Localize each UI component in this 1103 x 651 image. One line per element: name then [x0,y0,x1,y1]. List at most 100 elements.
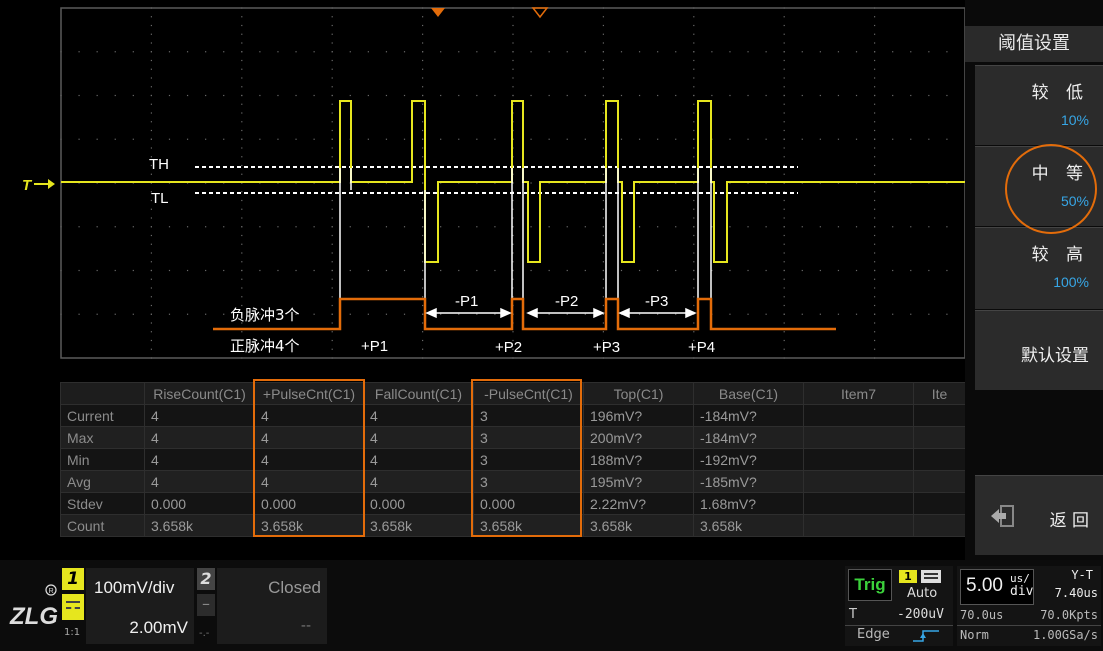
channel1-trace [61,100,965,263]
column-header[interactable]: RiseCount(C1) [144,382,255,405]
ch1-info-box[interactable]: 100mV/div 2.00mV [86,568,194,644]
threshold-menu: 阈值设置 较 低 10% 中 等 50% 较 高 100% 默认设置 返 回 [965,0,1103,560]
neg-pulse-label-1: -P1 [455,293,478,310]
trigger-level-label: T [22,177,33,194]
trigger-coupling-icon [921,570,941,583]
table-cell: -192mV? [693,448,804,471]
column-header[interactable]: Top(C1) [583,382,694,405]
selection-highlight-circle [1005,144,1097,234]
timebase-scale: 5.00 [966,575,1003,596]
table-cell: 4 [144,470,255,493]
svg-text:R: R [49,588,54,595]
trigger-source-badge: 1 [899,570,917,583]
trigger-level-arrow-icon[interactable] [34,179,55,189]
timebase-position: 70.0us [960,608,1004,622]
trigger-panel[interactable]: Trig 1 Auto T -200uV Edge [845,566,953,646]
timebase-panel[interactable]: 5.00 us/ div Y-T 7.40us 70.0us 70.0Kpts … [957,566,1101,646]
ch2-status: Closed [268,578,321,597]
ch2-offset: -- [300,618,311,634]
table-cell: 4 [144,448,255,471]
back-arrow-icon [991,505,1014,527]
negative-pulse-count-note: 负脉冲3个 [230,306,300,324]
ch2-number-badge[interactable]: 2 [197,568,215,590]
table-cell: 4 [144,404,255,427]
timebase-unit-bottom: div [1010,584,1034,599]
ch2-info-box[interactable]: Closed -- [217,568,327,644]
ch2-coupling-icon: – [197,594,215,616]
pulse-annotation-trace [213,297,836,331]
negative-pulse-arrows [425,307,697,319]
tl-label: TL [151,190,169,207]
row-label: Min [60,448,145,471]
column-header[interactable]: Base(C1) [693,382,804,405]
threshold-high-label: 较 高 [1031,245,1089,265]
trigger-type: Edge [857,627,890,642]
table-cell [803,426,914,449]
ch1-coupling-icon [62,594,84,620]
pulse-count-highlight-negative [471,379,582,537]
default-settings-button[interactable]: 默认设置 [975,310,1103,390]
table-cell [803,470,914,493]
zlg-logo: ZLG R [9,584,58,630]
row-label: Max [60,426,145,449]
column-header[interactable]: FallCount(C1) [363,382,474,405]
column-header[interactable]: Item7 [803,382,914,405]
back-button[interactable]: 返 回 [975,475,1103,555]
pos-pulse-label-4: +P4 [688,339,715,356]
ch1-number-badge[interactable]: 1 [62,568,84,590]
table-cell: -184mV? [693,404,804,427]
table-cell [913,470,966,493]
trigger-level-label-text: T [849,607,857,622]
time-reference-marker[interactable] [531,7,549,19]
table-cell [913,492,966,515]
default-settings-label: 默认设置 [1021,346,1089,366]
table-cell: 196mV? [583,404,694,427]
pos-pulse-label-3: +P3 [593,339,620,356]
table-cell: 3.658k [693,514,804,537]
table-cell [913,448,966,471]
row-label: Avg [60,470,145,493]
table-cell: 3.658k [583,514,694,537]
table-cell: 4 [363,426,474,449]
threshold-low-button[interactable]: 较 低 10% [975,65,1103,145]
ch2-probe-ratio: -.- [199,628,210,639]
table-cell [913,426,966,449]
svg-text:ZLG: ZLG [9,603,58,630]
table-cell: 4 [363,404,474,427]
pos-pulse-label-1: +P1 [361,338,388,355]
trigger-state: Trig [848,569,892,601]
timebase-delay: 7.40us [1054,586,1098,600]
acquisition-mode: Norm [960,628,989,642]
back-label: 返 回 [1049,511,1089,531]
threshold-high-button[interactable]: 较 高 100% [975,227,1103,309]
table-cell: 3.658k [363,514,474,537]
status-bar: ZLG R 1 1:1 100mV/div 2.00mV 2 – -.- Clo… [0,560,1103,651]
positive-pulse-count-note: 正脉冲4个 [230,337,300,355]
timebase-scale-box: 5.00 us/ div [960,569,1034,605]
ch1-offset: 2.00mV [129,618,188,637]
table-cell: 2.22mV? [583,492,694,515]
column-header[interactable]: Ite [913,382,966,405]
table-cell: 188mV? [583,448,694,471]
th-label: TH [149,156,169,173]
table-cell [803,514,914,537]
memory-depth: 70.0Kpts [1040,608,1098,622]
ch1-scale: 100mV/div [94,578,175,597]
pos-pulse-label-2: +P2 [495,339,522,356]
table-cell [803,448,914,471]
threshold-high-value: 100% [1053,274,1089,290]
trigger-position-marker[interactable] [431,8,445,17]
pulse-count-highlight-positive [253,379,365,537]
table-cell [913,404,966,427]
row-label: Stdev [60,492,145,515]
trigger-level-value: -200uV [897,607,944,622]
row-label: Current [60,404,145,427]
threshold-low-label: 较 低 [1031,83,1089,103]
table-cell [913,514,966,537]
table-cell: -184mV? [693,426,804,449]
row-label: Count [60,514,145,537]
ch1-probe-ratio: 1:1 [64,627,81,638]
waveform-display[interactable]: T TH TL -P1 -P2 -P3 +P1 +P2 +P3 +P4 负脉冲3… [0,0,965,375]
table-cell: 3.658k [144,514,255,537]
table-cell: 195mV? [583,470,694,493]
